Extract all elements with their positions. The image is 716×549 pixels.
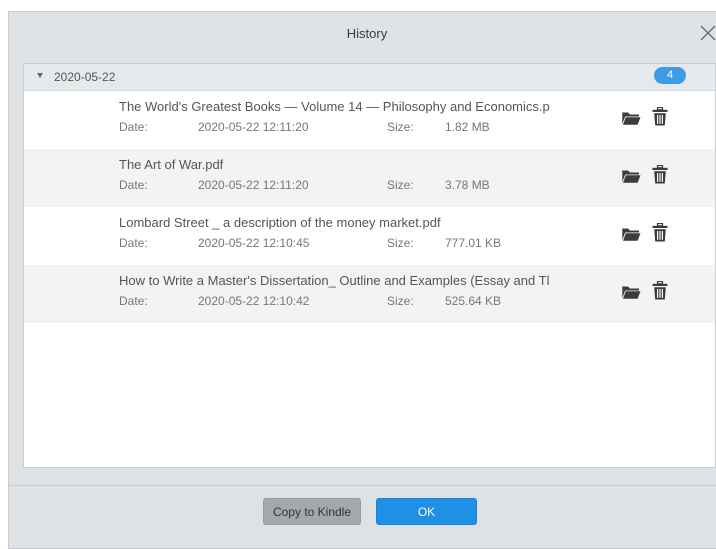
footer-divider — [9, 485, 716, 486]
history-row[interactable]: Lombard Street _ a description of the mo… — [24, 207, 715, 265]
caret-down-icon[interactable] — [37, 73, 43, 78]
size-label: Size: — [387, 294, 414, 308]
file-name: The Art of War.pdf — [119, 157, 224, 172]
size-value: 3.78 MB — [445, 178, 490, 192]
size-value: 525.64 KB — [445, 294, 502, 308]
folder-icon[interactable] — [621, 168, 641, 184]
date-label: Date: — [119, 294, 148, 308]
group-date-label: 2020-05-22 — [54, 70, 116, 84]
trash-icon[interactable] — [652, 107, 668, 126]
size-label: Size: — [387, 120, 414, 134]
date-label: Date: — [119, 120, 148, 134]
size-label: Size: — [387, 178, 414, 192]
dialog-titlebar: History — [9, 12, 716, 56]
date-label: Date: — [119, 236, 148, 250]
history-row[interactable]: How to Write a Master's Dissertation_ Ou… — [24, 265, 715, 323]
dialog-title: History — [346, 26, 388, 41]
date-group-header[interactable]: 2020-05-22 4 — [24, 64, 715, 91]
folder-icon[interactable] — [621, 110, 641, 126]
copy-to-kindle-button[interactable]: Copy to Kindle — [263, 498, 361, 525]
history-list-panel: 2020-05-22 4 The World's Greatest Books … — [23, 63, 716, 468]
trash-icon[interactable] — [652, 223, 668, 242]
date-value: 2020-05-22 12:10:45 — [198, 236, 310, 250]
file-name: The World's Greatest Books — Volume 14 —… — [119, 99, 550, 114]
folder-icon[interactable] — [621, 226, 641, 242]
trash-icon[interactable] — [652, 165, 668, 184]
date-value: 2020-05-22 12:11:20 — [198, 120, 309, 134]
folder-icon[interactable] — [621, 284, 641, 300]
history-row[interactable]: The World's Greatest Books — Volume 14 —… — [24, 91, 715, 149]
close-icon[interactable] — [698, 23, 716, 43]
trash-icon[interactable] — [652, 281, 668, 300]
size-value: 1.82 MB — [445, 120, 490, 134]
date-value: 2020-05-22 12:10:42 — [198, 294, 310, 308]
count-badge: 4 — [654, 67, 686, 84]
history-row[interactable]: The Art of War.pdf Date: 2020-05-22 12:1… — [24, 149, 715, 207]
date-value: 2020-05-22 12:11:20 — [198, 178, 309, 192]
file-name: How to Write a Master's Dissertation_ Ou… — [119, 273, 550, 288]
size-value: 777.01 KB — [445, 236, 502, 250]
history-dialog: History 2020-05-22 4 The World's Greates… — [8, 11, 716, 549]
file-name: Lombard Street _ a description of the mo… — [119, 215, 441, 230]
size-label: Size: — [387, 236, 414, 250]
date-label: Date: — [119, 178, 148, 192]
ok-button[interactable]: OK — [376, 498, 477, 525]
